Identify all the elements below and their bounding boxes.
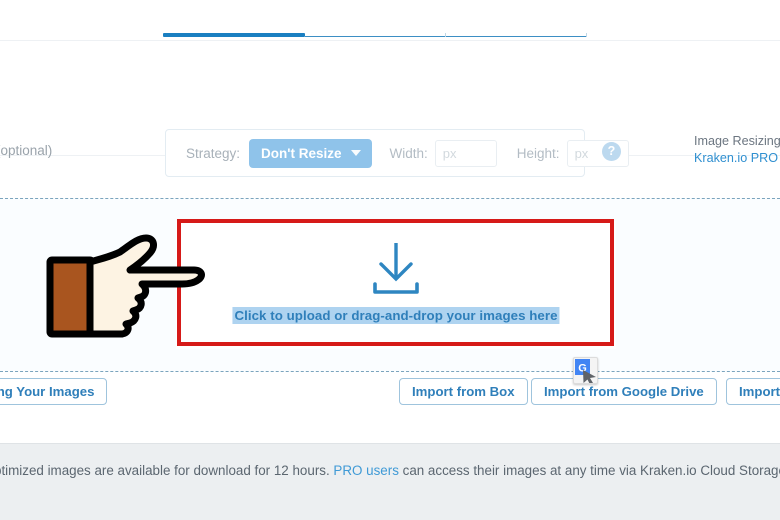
tab-third[interactable]	[445, 36, 587, 37]
help-icon[interactable]: ?	[602, 142, 621, 161]
footer-text-before: ptimized images are available for downlo…	[0, 463, 334, 478]
width-input[interactable]	[434, 139, 497, 167]
footer-text-after: can access their images at any time via …	[398, 463, 780, 478]
pro-resizing-note: Image Resizing i Kraken.io PRO	[694, 133, 780, 167]
import-from-dropbox-button[interactable]: Import f	[726, 378, 780, 405]
strategy-dropdown-value: Don't Resize	[261, 145, 342, 161]
upload-dropzone[interactable]: Click to upload or drag-and-drop your im…	[176, 221, 616, 349]
dropzone-section: Click to upload or drag-and-drop your im…	[0, 198, 780, 372]
tab-strip	[0, 0, 780, 40]
tab-divider-tick	[445, 33, 446, 37]
pro-note-text: Image Resizing i	[694, 134, 780, 148]
google-translate-icon[interactable]: G	[573, 357, 598, 384]
strategy-dropdown[interactable]: Don't Resize	[249, 138, 372, 168]
import-from-google-drive-button[interactable]: Import from Google Drive	[531, 378, 717, 405]
import-from-box-button[interactable]: Import from Box	[399, 378, 528, 405]
tab-second[interactable]	[305, 36, 445, 37]
kraken-optimizer-page: (optional) Strategy: Don't Resize Width:…	[0, 0, 780, 520]
width-label: Width:	[389, 145, 428, 161]
retaining-your-images-button[interactable]: aining Your Images	[0, 378, 108, 405]
kraken-pro-link[interactable]: Kraken.io PRO	[694, 150, 780, 167]
download-icon	[373, 243, 419, 294]
tab-web-interface[interactable]	[163, 33, 305, 37]
tab-underline-group	[163, 31, 587, 37]
strategy-label: Strategy:	[186, 145, 241, 161]
resize-panel: Strategy: Don't Resize Width: Height:	[165, 129, 629, 177]
pro-users-link[interactable]: PRO users	[333, 463, 398, 478]
tab-edge-tick	[586, 33, 587, 37]
dropzone-instruction-text: Click to upload or drag-and-drop your im…	[232, 307, 560, 324]
footer-note: ptimized images are available for downlo…	[0, 463, 780, 478]
footer-bar: ptimized images are available for downlo…	[0, 443, 780, 520]
optional-label: (optional)	[0, 143, 53, 158]
resize-options-row: (optional) Strategy: Don't Resize Width:…	[0, 40, 780, 177]
height-label: Height:	[516, 145, 560, 161]
chevron-down-icon	[350, 150, 361, 156]
